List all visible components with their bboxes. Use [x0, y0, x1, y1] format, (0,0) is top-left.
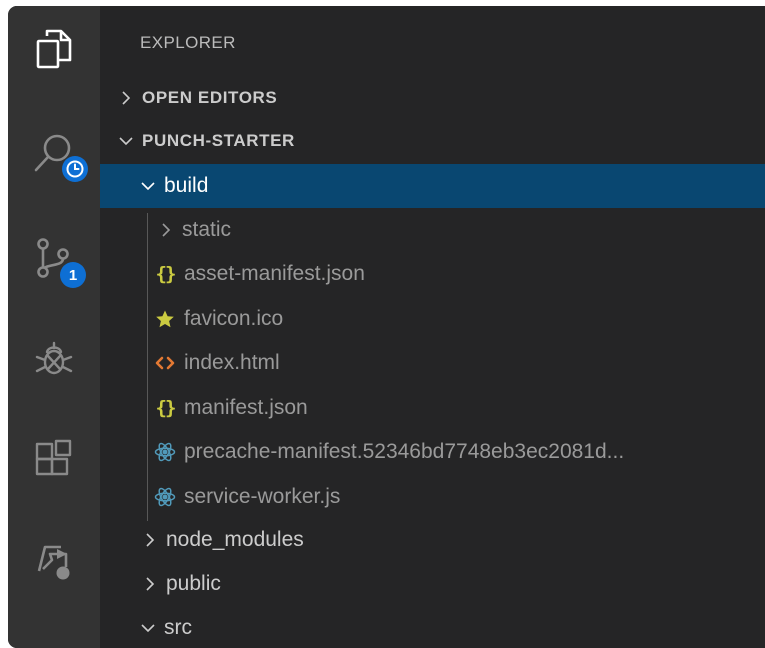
json-file-icon: {}	[155, 263, 177, 285]
vscode-window: 1 EXPLORER OPEN EDITORS PUNCH-STARTER bu…	[8, 6, 765, 648]
debug-icon	[32, 336, 76, 380]
react-file-icon	[154, 441, 176, 463]
sidebar-title: EXPLORER	[140, 33, 236, 52]
activity-source-control[interactable]: 1	[8, 228, 100, 288]
tree-file-index-html[interactable]: index.html	[100, 341, 765, 385]
activity-debug[interactable]	[8, 328, 100, 388]
chevron-down-icon	[141, 182, 155, 191]
tree-item-label: service-worker.js	[184, 485, 341, 508]
tree-file-precache-manifest[interactable]: precache-manifest.52346bd7748eb3ec2081d.…	[100, 430, 765, 474]
tree-item-label: favicon.ico	[184, 307, 284, 330]
activity-live-share[interactable]	[8, 530, 100, 590]
extensions-icon	[33, 439, 75, 481]
section-label: PUNCH-STARTER	[142, 131, 295, 150]
section-open-editors[interactable]: OPEN EDITORS	[100, 76, 765, 120]
star-file-icon	[154, 309, 176, 329]
tree-file-favicon[interactable]: favicon.ico	[100, 297, 765, 341]
tree-item-label: src	[164, 616, 192, 639]
tree-item-label: build	[164, 174, 209, 197]
tree-file-service-worker[interactable]: service-worker.js	[100, 475, 765, 519]
tree-folder-public[interactable]: public	[100, 562, 765, 606]
chevron-down-icon	[119, 137, 133, 146]
tree-item-label: manifest.json	[184, 396, 308, 419]
tree-folder-src[interactable]: src	[100, 606, 765, 648]
tree-file-asset-manifest[interactable]: {} asset-manifest.json	[100, 252, 765, 296]
chevron-right-icon	[122, 91, 131, 105]
json-file-icon: {}	[155, 397, 177, 419]
tree-item-label: public	[166, 572, 221, 595]
activity-explorer[interactable]	[8, 19, 100, 79]
activity-extensions[interactable]	[8, 430, 100, 490]
explorer-sidebar: EXPLORER OPEN EDITORS PUNCH-STARTER buil…	[100, 6, 765, 648]
section-label: OPEN EDITORS	[142, 88, 278, 107]
activity-search[interactable]	[8, 124, 100, 184]
section-project[interactable]: PUNCH-STARTER	[100, 119, 765, 163]
live-share-icon	[33, 539, 75, 581]
files-icon	[34, 27, 74, 71]
tree-item-label: static	[182, 218, 232, 241]
tree-item-label: precache-manifest.52346bd7748eb3ec2081d.…	[184, 440, 625, 463]
activity-bar: 1	[8, 6, 100, 648]
react-file-icon	[154, 486, 176, 508]
html-file-icon	[154, 355, 176, 371]
clock-badge-icon	[62, 156, 88, 182]
chevron-right-icon	[162, 223, 171, 237]
tree-item-label: node_modules	[166, 528, 304, 551]
chevron-down-icon	[141, 624, 155, 633]
tree-item-label: index.html	[184, 351, 280, 374]
chevron-right-icon	[146, 533, 155, 547]
tree-folder-static[interactable]: static	[100, 208, 765, 252]
tree-file-manifest[interactable]: {} manifest.json	[100, 386, 765, 430]
tree-folder-node-modules[interactable]: node_modules	[100, 518, 765, 562]
tree-item-label: asset-manifest.json	[184, 262, 365, 285]
source-control-badge: 1	[60, 262, 86, 288]
tree-folder-build[interactable]: build	[100, 164, 765, 208]
chevron-right-icon	[146, 577, 155, 591]
